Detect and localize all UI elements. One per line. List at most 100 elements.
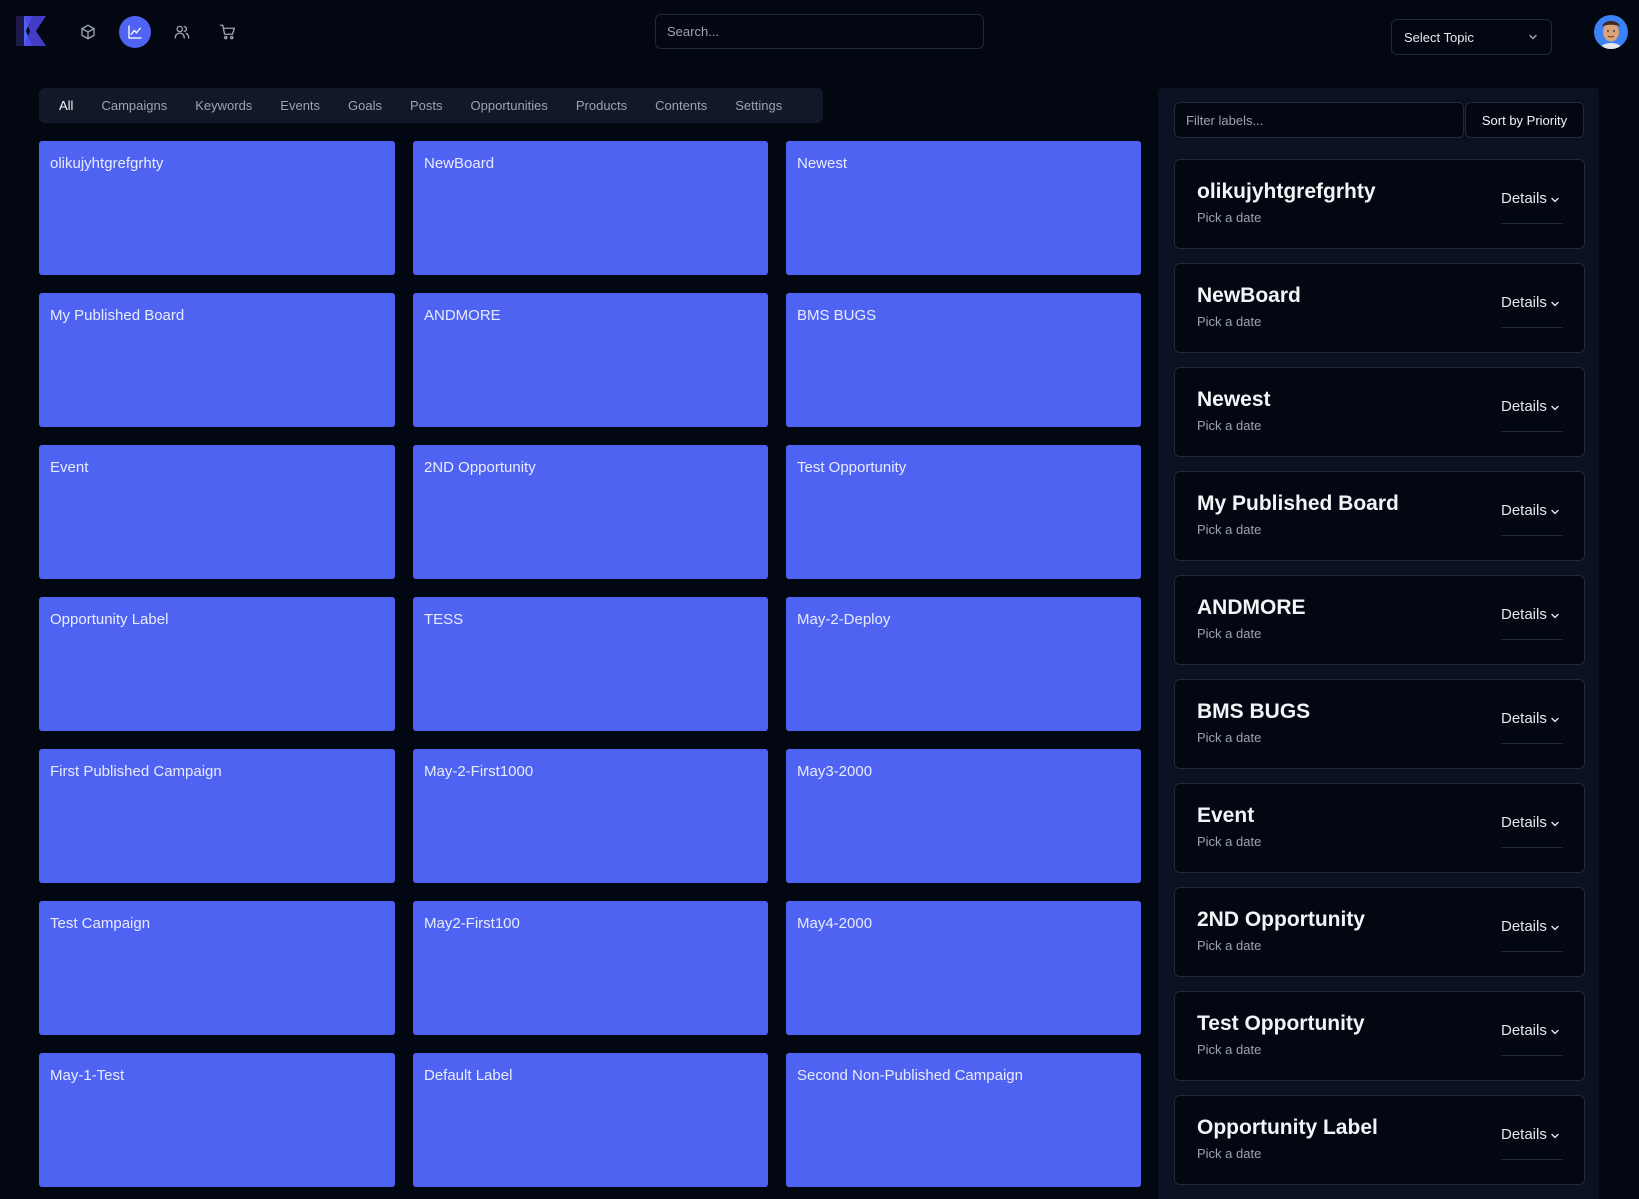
details-dropdown[interactable]: Details: [1501, 398, 1563, 432]
tab-goals[interactable]: Goals: [334, 88, 396, 123]
chevron-down-icon: [1551, 301, 1559, 307]
board-card[interactable]: Event: [39, 445, 395, 579]
board-card[interactable]: NewBoard: [413, 141, 768, 275]
details-label: Details: [1501, 814, 1547, 831]
cart-icon[interactable]: [212, 16, 244, 48]
chevron-down-icon: [1551, 613, 1559, 619]
details-dropdown[interactable]: Details: [1501, 190, 1563, 224]
board-card[interactable]: ANDMORE: [413, 293, 768, 427]
details-label: Details: [1501, 606, 1547, 623]
details-dropdown[interactable]: Details: [1501, 814, 1563, 848]
board-card-title: BMS BUGS: [797, 307, 877, 324]
board-card-title: TESS: [424, 611, 464, 628]
board-card[interactable]: May-2-First1000: [413, 749, 768, 883]
pick-date-button[interactable]: Pick a date: [1197, 626, 1261, 641]
tab-contents[interactable]: Contents: [641, 88, 721, 123]
board-card[interactable]: Test Opportunity: [786, 445, 1141, 579]
details-dropdown[interactable]: Details: [1501, 606, 1563, 640]
details-label: Details: [1501, 398, 1547, 415]
users-icon[interactable]: [166, 16, 198, 48]
label-title: My Published Board: [1197, 492, 1399, 515]
details-label: Details: [1501, 1022, 1547, 1039]
board-card[interactable]: My Published Board: [39, 293, 395, 427]
board-card-title: First Published Campaign: [50, 763, 222, 780]
board-card[interactable]: Second Non-Published Campaign: [786, 1053, 1141, 1187]
label-title: Event: [1197, 804, 1255, 827]
chart-icon[interactable]: [119, 16, 151, 48]
board-card[interactable]: Default Label: [413, 1053, 768, 1187]
box-icon[interactable]: [72, 16, 104, 48]
board-card-title: Test Opportunity: [797, 459, 907, 476]
pick-date-button[interactable]: Pick a date: [1197, 1042, 1261, 1057]
app-logo[interactable]: [14, 14, 48, 48]
tab-products[interactable]: Products: [562, 88, 641, 123]
sort-by-priority-button[interactable]: Sort by Priority: [1465, 102, 1584, 138]
tab-opportunities[interactable]: Opportunities: [457, 88, 562, 123]
pick-date-button[interactable]: Pick a date: [1197, 1146, 1261, 1161]
board-card[interactable]: May-1-Test: [39, 1053, 395, 1187]
pick-date-button[interactable]: Pick a date: [1197, 938, 1261, 953]
details-dropdown[interactable]: Details: [1501, 1126, 1563, 1160]
chevron-down-icon: [1551, 925, 1559, 931]
board-grid: olikujyhtgrefgrhty NewBoard Newest My Publi…: [39, 141, 1141, 1187]
tab-all[interactable]: All: [45, 88, 87, 123]
top-bar: Select Topic: [0, 0, 1639, 64]
board-card-title: ANDMORE: [424, 307, 501, 324]
pick-date-button[interactable]: Pick a date: [1197, 730, 1261, 745]
board-card-title: May4-2000: [797, 915, 873, 932]
details-label: Details: [1501, 190, 1547, 207]
details-dropdown[interactable]: Details: [1501, 918, 1563, 952]
details-dropdown[interactable]: Details: [1501, 1022, 1563, 1056]
topic-select-label: Select Topic: [1404, 29, 1474, 45]
board-card[interactable]: TESS: [413, 597, 768, 731]
board-card[interactable]: May4-2000: [786, 901, 1141, 1035]
board-card[interactable]: May2-First100: [413, 901, 768, 1035]
board-card-title: May2-First100: [424, 915, 520, 932]
board-card-title: Default Label: [424, 1067, 513, 1084]
label-card: 2ND Opportunity Pick a date Details: [1174, 887, 1585, 977]
label-card: ANDMORE Pick a date Details: [1174, 575, 1585, 665]
tab-events[interactable]: Events: [266, 88, 334, 123]
avatar[interactable]: [1594, 15, 1628, 49]
chevron-down-icon: [1551, 1029, 1559, 1035]
board-card[interactable]: olikujyhtgrefgrhty: [39, 141, 395, 275]
label-card: Event Pick a date Details: [1174, 783, 1585, 873]
details-dropdown[interactable]: Details: [1501, 710, 1563, 744]
board-card-title: May-2-Deploy: [797, 611, 891, 628]
pick-date-button[interactable]: Pick a date: [1197, 314, 1261, 329]
board-card[interactable]: BMS BUGS: [786, 293, 1141, 427]
board-card-title: May-2-First1000: [424, 763, 534, 780]
pick-date-button[interactable]: Pick a date: [1197, 834, 1261, 849]
label-card: BMS BUGS Pick a date Details: [1174, 679, 1585, 769]
tab-posts[interactable]: Posts: [396, 88, 457, 123]
details-dropdown[interactable]: Details: [1501, 294, 1563, 328]
chevron-down-icon: [1551, 197, 1559, 203]
tab-campaigns[interactable]: Campaigns: [87, 88, 181, 123]
board-card[interactable]: May-2-Deploy: [786, 597, 1141, 731]
topic-select[interactable]: Select Topic: [1391, 19, 1552, 55]
pick-date-button[interactable]: Pick a date: [1197, 522, 1261, 537]
tab-settings[interactable]: Settings: [721, 88, 796, 123]
label-title: NewBoard: [1197, 284, 1301, 307]
details-dropdown[interactable]: Details: [1501, 502, 1563, 536]
board-card[interactable]: Newest: [786, 141, 1141, 275]
search-input[interactable]: [655, 14, 984, 49]
chevron-down-icon: [1551, 509, 1559, 515]
label-card: olikujyhtgrefgrhty Pick a date Details: [1174, 159, 1585, 249]
pick-date-button[interactable]: Pick a date: [1197, 418, 1261, 433]
tab-keywords[interactable]: Keywords: [181, 88, 266, 123]
chevron-down-icon: [1551, 717, 1559, 723]
details-label: Details: [1501, 918, 1547, 935]
board-card[interactable]: Opportunity Label: [39, 597, 395, 731]
labels-panel: Sort by Priority olikujyhtgrefgrhty Pick …: [1158, 88, 1599, 1199]
board-card[interactable]: First Published Campaign: [39, 749, 395, 883]
filter-labels-input[interactable]: [1174, 102, 1464, 138]
pick-date-button[interactable]: Pick a date: [1197, 210, 1261, 225]
board-card[interactable]: 2ND Opportunity: [413, 445, 768, 579]
label-title: Opportunity Label: [1197, 1116, 1378, 1139]
category-tabs: All Campaigns Keywords Events Goals Posts Oppo…: [39, 88, 823, 123]
board-card-title: May3-2000: [797, 763, 873, 780]
board-card-title: Test Campaign: [50, 915, 151, 932]
board-card[interactable]: May3-2000: [786, 749, 1141, 883]
board-card[interactable]: Test Campaign: [39, 901, 395, 1035]
